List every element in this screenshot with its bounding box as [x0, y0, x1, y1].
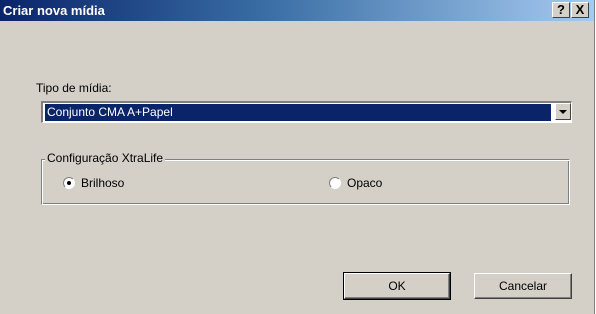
- chevron-down-icon: [559, 110, 567, 114]
- cancel-button[interactable]: Cancelar: [474, 273, 572, 299]
- media-type-select[interactable]: Conjunto CMA A+Papel: [41, 101, 572, 123]
- media-type-selected-value: Conjunto CMA A+Papel: [45, 104, 551, 121]
- create-media-dialog: Criar nova mídia ? X Tipo de mídia: Conj…: [0, 0, 595, 314]
- title-bar[interactable]: Criar nova mídia ? X: [0, 0, 594, 21]
- dropdown-button[interactable]: [555, 103, 571, 120]
- media-type-label: Tipo de mídia:: [36, 81, 112, 95]
- close-button[interactable]: X: [571, 2, 589, 18]
- radio-brilhoso[interactable]: [63, 177, 75, 189]
- xtralife-group-label: Configuração XtraLife: [45, 151, 166, 165]
- radio-opaco[interactable]: [329, 177, 341, 189]
- radio-opaco-label[interactable]: Opaco: [347, 176, 382, 190]
- ok-button[interactable]: OK: [343, 272, 451, 300]
- window-title: Criar nova mídia: [3, 3, 105, 18]
- radio-brilhoso-label[interactable]: Brilhoso: [81, 176, 124, 190]
- help-button[interactable]: ?: [552, 2, 570, 18]
- radio-selected-dot: [67, 181, 71, 185]
